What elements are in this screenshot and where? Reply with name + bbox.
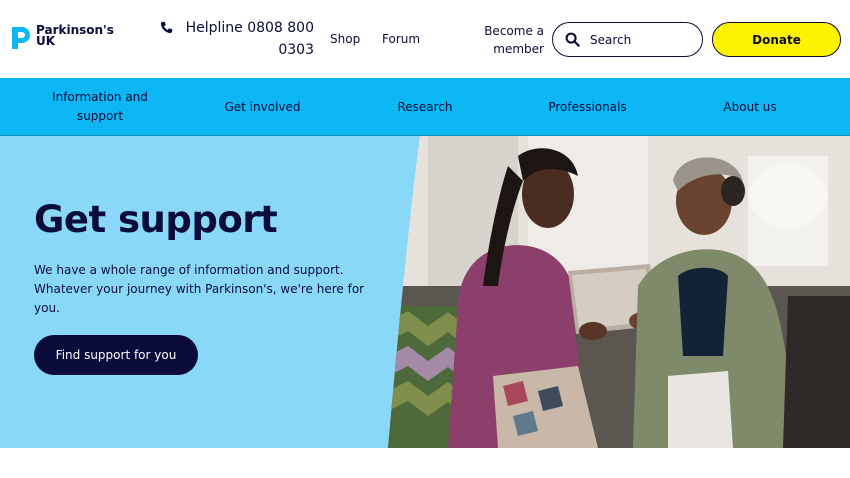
- nav-item-about-us[interactable]: About us: [700, 78, 800, 136]
- donate-button[interactable]: Donate: [712, 22, 841, 57]
- nav-item-information-and-support[interactable]: Information and support: [40, 78, 160, 136]
- logo-line-2: UK: [36, 34, 56, 48]
- site-header: Parkinson's UK Helpline 0808 800 0303 Sh…: [0, 0, 850, 78]
- search-input[interactable]: Search: [552, 22, 703, 57]
- parkinsons-logo-icon: [12, 27, 30, 49]
- nav-item-research[interactable]: Research: [370, 78, 480, 136]
- helpline-label: Helpline 0808 800 0303: [185, 20, 314, 58]
- nav-item-get-involved[interactable]: Get involved: [205, 78, 320, 136]
- nav-item-professionals[interactable]: Professionals: [525, 78, 650, 136]
- search-icon: [565, 32, 580, 47]
- parkinsons-uk-logo[interactable]: Parkinson's UK: [10, 24, 114, 51]
- phone-icon: [160, 21, 173, 34]
- find-support-button[interactable]: Find support for you: [34, 335, 198, 375]
- hero-banner: Get support We have a whole range of inf…: [0, 136, 850, 448]
- logo-wordmark: Parkinson's UK: [36, 24, 114, 48]
- next-section-peek: [0, 448, 850, 478]
- hero-description: We have a whole range of information and…: [34, 263, 365, 315]
- search-placeholder: Search: [590, 32, 632, 47]
- forum-link[interactable]: Forum: [382, 32, 420, 46]
- main-navigation: Information and support Get involved Res…: [0, 78, 850, 136]
- helpline-link[interactable]: Helpline 0808 800 0303: [158, 17, 314, 61]
- hero-title: Get support: [34, 198, 278, 241]
- shop-link[interactable]: Shop: [330, 32, 360, 46]
- become-member-link[interactable]: Become a member: [470, 22, 544, 58]
- hero-photo: [388, 136, 850, 448]
